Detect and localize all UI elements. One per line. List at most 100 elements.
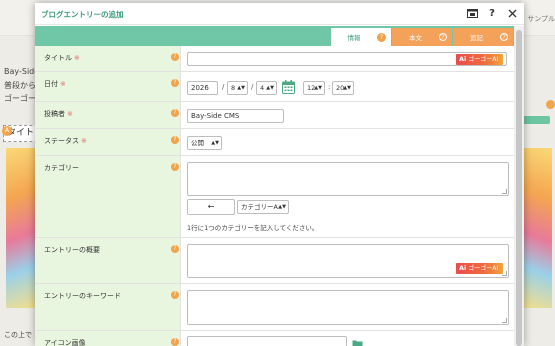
background-text-line: 普段から (4, 81, 36, 90)
row-date: 日付※ ? / 8▲▼ / 4▲▼ 12▲▼ : 20▲▼ (35, 72, 514, 102)
category-textarea[interactable] (187, 162, 509, 196)
field-label: カテゴリー (44, 164, 79, 172)
category-hint: 1行に1つのカテゴリーを記入してください。 (187, 224, 319, 232)
field-label: アイコン画像 (44, 339, 86, 346)
help-icon[interactable]: ? (439, 33, 447, 41)
ai-logo: Ai (459, 264, 467, 272)
chevron-updown-icon: ▲▼ (266, 85, 274, 91)
background-topbar-text: サンプル (527, 15, 555, 23)
help-icon[interactable]: ? (171, 53, 179, 61)
tab-info[interactable]: 情報 ? (331, 28, 391, 46)
background-image-left (6, 148, 38, 308)
background-text-line: Bay-Side (4, 67, 40, 76)
modal-title: ブログエントリーの追加 (41, 10, 124, 19)
required-mark: ※ (67, 110, 73, 118)
field-label-cell: タイトル ※ ? (35, 46, 181, 71)
minute-select[interactable]: 20 ▲▼ (332, 81, 354, 95)
background-bottom-text: この上で (4, 331, 32, 339)
field-label: ステータス ※ (44, 136, 87, 146)
tab-extra-label: 追記 (470, 34, 483, 42)
tab-info-label: 情報 (347, 34, 361, 42)
chevron-updown-icon: ▲▼ (278, 204, 286, 210)
status-select[interactable]: 公開 ▲▼ (187, 136, 222, 150)
ai-assist-button[interactable]: Ai ゴーゴーAI (456, 263, 503, 274)
field-label-cell: カテゴリー ? (35, 156, 181, 237)
chevron-updown-icon: ▲▼ (237, 85, 245, 91)
help-icon[interactable]: ? (486, 7, 498, 19)
month-select[interactable]: 8 ▲▼ (227, 81, 248, 95)
status-value: 公開 (191, 139, 204, 147)
tab-body-label: 本文 (409, 34, 422, 42)
field-value-cell: Ai ゴーゴーAI (187, 238, 514, 283)
calendar-icon[interactable] (282, 80, 295, 94)
category-select[interactable]: カテゴリーA ▲▼ (237, 200, 289, 214)
keywords-textarea[interactable] (187, 290, 509, 325)
tab-bar: 情報 ? 本文 ? 追記 ? (35, 26, 514, 46)
hour-select[interactable]: 12 ▲▼ (303, 81, 325, 95)
required-mark: ※ (81, 137, 87, 145)
scrollbar-thumb[interactable] (516, 30, 522, 346)
help-icon[interactable]: ? (377, 32, 386, 42)
field-value-cell: 公開 ▲▼ (187, 129, 514, 155)
field-label-cell: 投稿者 ※ ? (35, 102, 181, 128)
help-icon[interactable]: ? (171, 245, 179, 253)
row-author: 投稿者 ※ ? (35, 102, 514, 129)
day-value: 4 (260, 84, 265, 92)
field-label-cell: 日付 ※ ? (35, 72, 181, 101)
add-blog-entry-modal: ブログエントリーの追加 ? 情報 ? 本文 ? 追記 ? タイトル ※ ? Ai… (35, 3, 524, 346)
help-icon[interactable]: ? (171, 338, 179, 346)
tab-extra[interactable]: 追記 ? (453, 28, 513, 46)
entry-form: タイトル※ ? AiゴーゴーAI 日付※ ? / 8▲▼ / 4▲▼ (35, 46, 514, 346)
row-category: カテゴリー ? ← カテゴリーA ▲▼ 1行に1つのカテゴリーを記入してください。 (35, 156, 514, 238)
field-label-cell: エントリーの概要 ? (35, 238, 181, 283)
field-label: エントリーのキーワード (44, 292, 121, 300)
chevron-updown-icon: ▲▼ (314, 85, 322, 91)
field-value-cell (187, 284, 514, 330)
row-icon-image: アイコン画像 ? (35, 331, 514, 346)
ai-button-label: ゴーゴーAI (468, 56, 499, 63)
row-summary: エントリーの概要 ? Ai ゴーゴーAI (35, 238, 514, 284)
field-value-cell: ← カテゴリーA ▲▼ 1行に1つのカテゴリーを記入してください。 (187, 156, 514, 237)
field-label: 投稿者 ※ (44, 109, 73, 119)
row-keywords: エントリーのキーワード ? (35, 284, 514, 331)
field-value-cell (187, 331, 514, 346)
tab-body[interactable]: 本文 ? (392, 28, 452, 46)
resize-grip-icon[interactable] (502, 189, 507, 194)
field-label-cell: エントリーのキーワード ? (35, 284, 181, 330)
chevron-updown-icon: ▲▼ (343, 85, 351, 91)
help-icon[interactable]: ? (171, 291, 179, 299)
help-icon[interactable]: ? (171, 79, 179, 87)
background-small-badge (546, 100, 555, 109)
field-value-cell (187, 102, 514, 128)
background-green-tag (520, 116, 550, 124)
background-text-line: ゴーゴー (4, 94, 36, 103)
preview-icon[interactable] (466, 7, 478, 19)
required-mark: ※ (60, 80, 66, 88)
chevron-updown-icon: ▲▼ (211, 140, 219, 146)
title-label: タイトル (44, 54, 72, 62)
day-select[interactable]: 4 ▲▼ (256, 81, 277, 95)
date-label: 日付 (44, 80, 58, 88)
required-mark: ※ (74, 54, 80, 62)
modal-scrollbar[interactable] (514, 26, 524, 346)
field-label: エントリーの概要 (44, 246, 100, 254)
icon-image-input[interactable] (187, 336, 347, 346)
field-value-cell: / 8▲▼ / 4▲▼ 12▲▼ : 20▲▼ (187, 72, 514, 101)
resize-grip-icon[interactable] (502, 318, 507, 323)
month-value: 8 (231, 84, 236, 92)
category-back-button[interactable]: ← (187, 199, 235, 215)
help-icon[interactable]: ? (171, 163, 179, 171)
help-icon[interactable]: ? (500, 33, 508, 41)
year-input[interactable] (187, 81, 218, 95)
close-icon[interactable] (506, 7, 518, 19)
ai-assist-button[interactable]: Ai ゴーゴーAI (456, 54, 503, 65)
help-icon[interactable]: ? (171, 136, 179, 144)
help-icon[interactable]: ? (171, 109, 179, 117)
date-separator: / (251, 83, 254, 91)
ai-logo: Ai (459, 55, 467, 63)
folder-icon[interactable] (352, 339, 363, 346)
ai-button-label: ゴーゴーAI (468, 265, 499, 272)
author-input[interactable] (187, 109, 284, 123)
field-label: 日付 ※ (44, 79, 66, 89)
author-label: 投稿者 (44, 110, 65, 118)
